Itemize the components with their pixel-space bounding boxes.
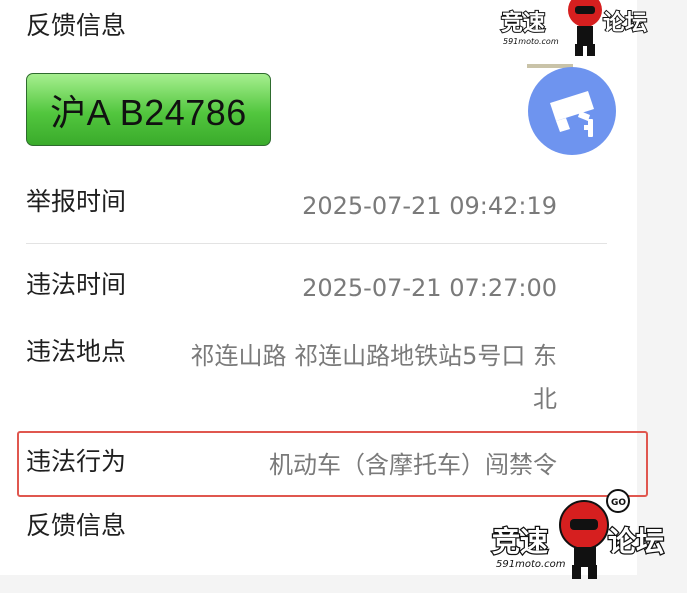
- row-divider: [26, 243, 607, 244]
- svg-text:591moto.com: 591moto.com: [503, 37, 559, 46]
- violation-act-value: 机动车（含摩托车）闯禁令: [269, 451, 557, 479]
- footer-title: 反馈信息: [26, 511, 127, 540]
- license-plate-number: 沪A B24786: [50, 91, 247, 133]
- forum-watermark-logo: 竞速 论坛 591moto.com: [500, 0, 648, 56]
- section-title: 反馈信息: [26, 11, 127, 40]
- license-plate-badge: 沪A B24786: [26, 73, 271, 146]
- svg-text:591moto.com: 591moto.com: [496, 559, 566, 570]
- svg-text:竞速: 竞速: [501, 10, 545, 36]
- violation-place-value-line2: 北: [533, 385, 557, 413]
- violation-act-label: 违法行为: [26, 447, 127, 476]
- violation-time-value: 2025-07-21 07:27:00: [302, 274, 557, 302]
- surveillance-camera-icon[interactable]: [528, 67, 616, 155]
- svg-text:竞速: 竞速: [492, 525, 548, 558]
- violation-time-label: 违法时间: [26, 270, 127, 299]
- forum-watermark-logo-large: GO 竞速 论坛 591moto.com: [491, 489, 665, 579]
- report-time-label: 举报时间: [26, 187, 127, 216]
- violation-place-label: 违法地点: [26, 337, 127, 366]
- camera-glyph: [550, 91, 594, 137]
- svg-text:GO: GO: [611, 498, 626, 508]
- report-time-value: 2025-07-21 09:42:19: [302, 192, 557, 220]
- svg-text:论坛: 论坛: [608, 525, 664, 558]
- violation-place-value-line1: 祁连山路 祁连山路地铁站5号口 东: [190, 342, 557, 370]
- svg-text:论坛: 论坛: [603, 10, 647, 36]
